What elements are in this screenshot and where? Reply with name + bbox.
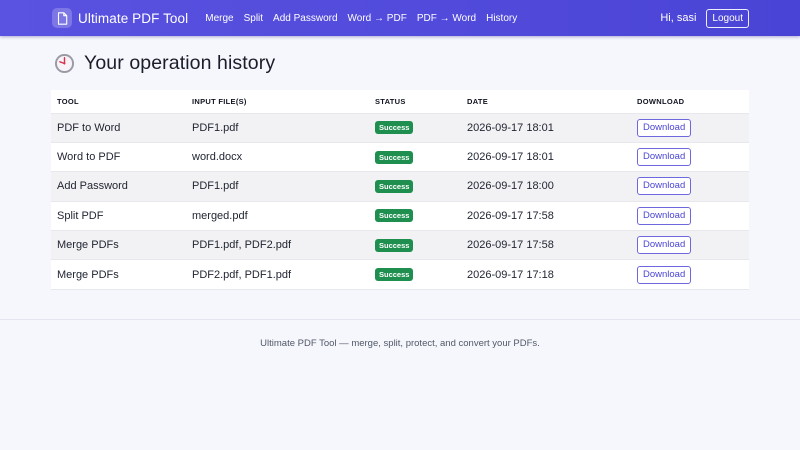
column-header-date: DATE: [467, 90, 637, 113]
status-badge: Success: [375, 268, 414, 282]
cell-input: PDF2.pdf, PDF1.pdf: [192, 259, 375, 290]
cell-tool: PDF to Word: [51, 112, 192, 143]
table-row: Split PDF merged.pdf Success 2026-09-17 …: [51, 200, 749, 231]
cell-download: Download: [637, 171, 749, 202]
nav-link-merge[interactable]: Merge: [205, 13, 233, 24]
download-button[interactable]: Download: [637, 148, 692, 167]
cell-status: Success: [375, 230, 467, 260]
cell-date: 2026-09-17 18:00: [467, 171, 637, 202]
brand-link[interactable]: Ultimate PDF Tool: [52, 0, 188, 36]
cell-tool: Merge PDFs: [51, 259, 192, 290]
download-button[interactable]: Download: [637, 236, 692, 255]
navbar: Ultimate PDF Tool Merge Split Add Passwo…: [0, 0, 800, 36]
cell-date: 2026-09-17 18:01: [467, 112, 637, 143]
page-title: Your operation history: [84, 52, 276, 74]
download-button[interactable]: Download: [637, 265, 692, 284]
column-header-status: STATUS: [375, 90, 467, 113]
nav-links: Merge Split Add Password Word → PDF PDF …: [205, 0, 527, 36]
cell-status: Success: [375, 259, 467, 290]
status-badge: Success: [375, 179, 414, 193]
brand-name: Ultimate PDF Tool: [78, 10, 189, 26]
page-header: Your operation history: [54, 52, 275, 75]
footer-text: Ultimate PDF Tool — merge, split, protec…: [260, 338, 540, 349]
column-header-input: INPUT FILE(S): [192, 90, 375, 113]
nav-link-split[interactable]: Split: [244, 13, 263, 24]
table-row: Add Password PDF1.pdf Success 2026-09-17…: [51, 171, 749, 202]
document-icon: [52, 8, 72, 28]
cell-date: 2026-09-17 17:18: [467, 259, 637, 290]
download-button[interactable]: Download: [637, 118, 692, 137]
footer-divider: [0, 319, 800, 320]
cell-tool: Merge PDFs: [51, 230, 192, 260]
cell-date: 2026-09-17 17:58: [467, 230, 637, 260]
table-row: Word to PDF word.docx Success 2026-09-17…: [51, 141, 749, 172]
nav-link-pdf-to-word[interactable]: PDF → Word: [417, 13, 476, 24]
cell-download: Download: [637, 112, 749, 143]
cell-status: Success: [375, 171, 467, 202]
cell-input: PDF1.pdf: [192, 112, 375, 143]
cell-input: PDF1.pdf: [192, 171, 375, 202]
cell-date: 2026-09-17 17:58: [467, 200, 637, 231]
clock-icon: [54, 53, 75, 74]
cell-download: Download: [637, 141, 749, 172]
nav-link-history[interactable]: History: [486, 13, 517, 24]
cell-tool: Word to PDF: [51, 141, 192, 172]
status-badge: Success: [375, 209, 414, 223]
table-row: Merge PDFs PDF2.pdf, PDF1.pdf Success 20…: [51, 259, 749, 290]
cell-tool: Add Password: [51, 171, 192, 202]
column-header-tool: TOOL: [51, 90, 192, 113]
cell-download: Download: [637, 230, 749, 260]
status-badge: Success: [375, 150, 414, 164]
download-button[interactable]: Download: [637, 206, 692, 225]
status-badge: Success: [375, 238, 414, 252]
history-table: TOOL INPUT FILE(S) STATUS DATE DOWNLOAD …: [51, 90, 749, 290]
cell-input: merged.pdf: [192, 200, 375, 231]
cell-status: Success: [375, 112, 467, 143]
download-button[interactable]: Download: [637, 177, 692, 196]
cell-status: Success: [375, 141, 467, 172]
nav-link-word-to-pdf[interactable]: Word → PDF: [348, 13, 407, 24]
cell-input: PDF1.pdf, PDF2.pdf: [192, 230, 375, 260]
cell-status: Success: [375, 200, 467, 231]
logout-button[interactable]: Logout: [706, 8, 749, 28]
status-badge: Success: [375, 121, 414, 135]
table-row: PDF to Word PDF1.pdf Success 2026-09-17 …: [51, 112, 749, 143]
cell-date: 2026-09-17 18:01: [467, 141, 637, 172]
cell-download: Download: [637, 200, 749, 231]
cell-input: word.docx: [192, 141, 375, 172]
column-header-download: DOWNLOAD: [637, 90, 749, 113]
cell-download: Download: [637, 259, 749, 290]
nav-link-add-password[interactable]: Add Password: [273, 13, 337, 24]
cell-tool: Split PDF: [51, 200, 192, 231]
table-row: Merge PDFs PDF1.pdf, PDF2.pdf Success 20…: [51, 230, 749, 260]
user-area: Hi, sasi Logout: [660, 0, 749, 36]
table-header-row: TOOL INPUT FILE(S) STATUS DATE DOWNLOAD: [51, 90, 749, 113]
user-greeting: Hi, sasi: [660, 12, 697, 24]
